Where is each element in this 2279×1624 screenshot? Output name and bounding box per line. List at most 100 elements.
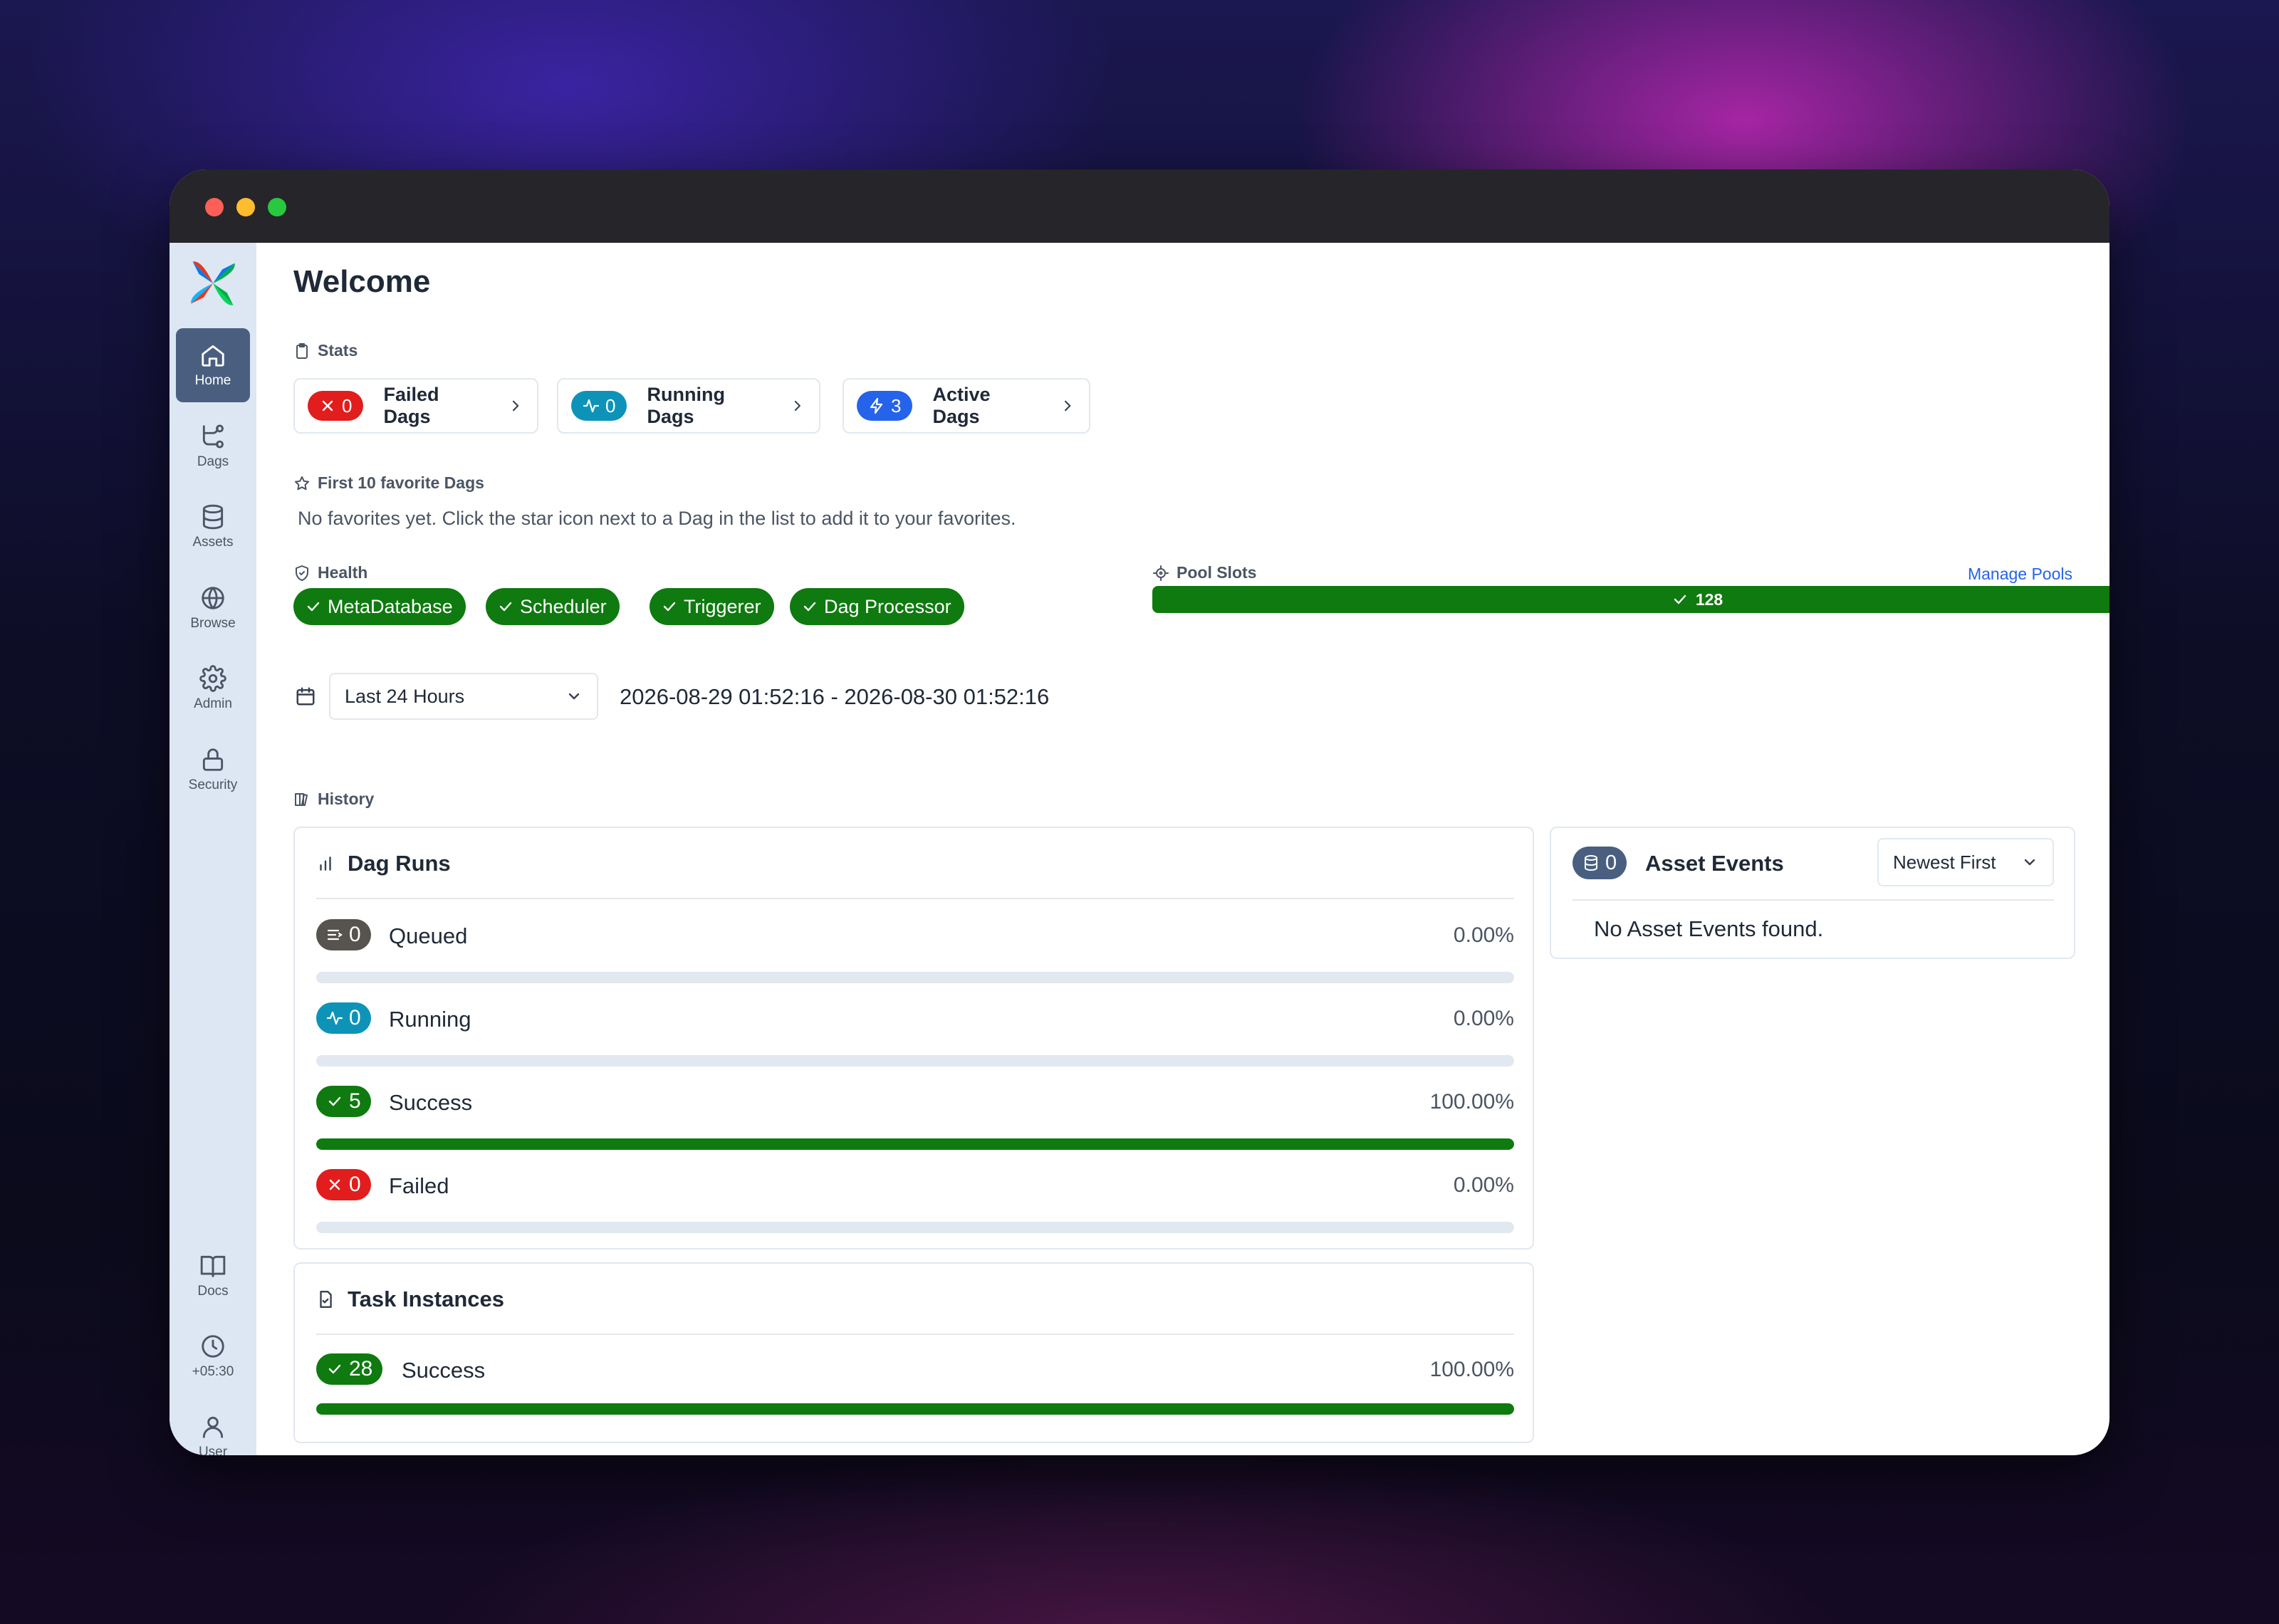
time-range-text: 2026-08-29 01:52:16 - 2026-08-30 01:52:1… <box>620 684 1050 709</box>
success-badge: 5 <box>316 1086 371 1117</box>
ti-success-badge: 28 <box>316 1353 383 1385</box>
asset-events-empty-text: No Asset Events found. <box>1594 916 1824 941</box>
history-label: History <box>318 790 375 808</box>
nav-assets-label: Assets <box>192 535 234 550</box>
running-label: Running <box>389 1007 471 1032</box>
failed-badge: 0 <box>316 1169 371 1200</box>
airflow-logo-icon[interactable] <box>188 258 238 308</box>
check-icon <box>307 602 320 612</box>
time-range-select[interactable]: Last 24 Hours <box>329 673 598 720</box>
dag-run-row-queued[interactable]: 0 Queued 0.00% <box>316 919 1514 983</box>
chevron-right-icon <box>794 400 801 412</box>
task-instances-divider <box>316 1334 1514 1335</box>
gear-icon <box>199 665 226 692</box>
dag-run-row-failed[interactable]: 0 Failed 0.00% <box>316 1169 1514 1233</box>
success-label: Success <box>389 1090 473 1115</box>
close-window-button[interactable] <box>205 198 224 216</box>
active-dags-count: 3 <box>891 394 902 417</box>
dag-runs-title-row: Dag Runs <box>316 851 451 876</box>
x-icon <box>322 400 333 412</box>
dag-run-row-success[interactable]: 5 Success 100.00% <box>316 1086 1514 1150</box>
maximize-window-button[interactable] <box>268 198 286 216</box>
dag-runs-title: Dag Runs <box>348 851 451 876</box>
task-instance-row-success[interactable]: 28 Success 100.00% <box>316 1353 1514 1418</box>
failed-dags-card[interactable]: 0 Failed Dags <box>293 378 538 434</box>
clipboard-icon <box>296 342 308 359</box>
dag-run-row-running[interactable]: 0 Running 0.00% <box>316 1002 1514 1067</box>
asset-events-divider <box>1573 899 2054 901</box>
history-section-label: History <box>293 790 374 809</box>
task-instances-title: Task Instances <box>348 1287 504 1311</box>
nav-security-label: Security <box>188 777 238 792</box>
nav-dags[interactable]: Dags <box>176 409 250 483</box>
ti-success-progress-fill <box>316 1403 1514 1415</box>
health-label: Health <box>318 563 368 582</box>
health-chip-triggerer[interactable]: Triggerer <box>650 588 774 625</box>
asset-events-sort-selected: Newest First <box>1893 851 1996 873</box>
asset-events-sort-select[interactable]: Newest First <box>1877 838 2054 886</box>
running-badge: 0 <box>316 1002 371 1034</box>
history-icon <box>295 792 308 806</box>
health-label-row: Health <box>293 563 367 582</box>
health-chip-metadatabase[interactable]: MetaDatabase <box>293 588 466 625</box>
asset-events-badge: 0 <box>1573 847 1627 879</box>
nav-user[interactable]: User <box>176 1400 250 1455</box>
nav-docs-label: Docs <box>197 1284 229 1299</box>
sidebar: Home Dags Assets Browse Admin Security D… <box>170 243 256 1455</box>
asset-events-count: 0 <box>1605 851 1617 874</box>
failed-dags-count: 0 <box>342 394 353 417</box>
success-percent: 100.00% <box>1429 1090 1514 1114</box>
list-icon <box>327 929 343 941</box>
asset-events-title: Asset Events <box>1645 851 1784 876</box>
health-chip-dag-processor-label: Dag Processor <box>824 595 951 617</box>
crosshair-icon <box>1153 565 1169 581</box>
globe-icon <box>202 587 224 609</box>
window-titlebar <box>170 169 2109 243</box>
stats-section-label: Stats <box>293 341 358 360</box>
nav-admin[interactable]: Admin <box>176 651 250 725</box>
ti-success-label: Success <box>402 1358 486 1383</box>
success-progress-track <box>316 1138 1514 1150</box>
pool-slots-value: 128 <box>1695 590 1723 609</box>
ti-success-progress-track <box>316 1403 1514 1415</box>
nav-admin-label: Admin <box>194 696 232 711</box>
nav-home-label: Home <box>194 373 231 388</box>
task-instances-card: Task Instances 28 Success 100.00% <box>293 1262 1534 1443</box>
nav-timezone[interactable]: +05:30 <box>176 1319 250 1393</box>
nav-assets[interactable]: Assets <box>176 490 250 564</box>
stats-label: Stats <box>318 341 358 360</box>
check-icon <box>663 602 676 612</box>
pool-slots-bar[interactable]: 128 <box>1152 586 2109 613</box>
manage-pools-link[interactable]: Manage Pools <box>1968 565 2072 584</box>
success-count: 5 <box>349 1089 361 1113</box>
nav-home[interactable]: Home <box>176 328 250 402</box>
calendar-icon <box>296 687 315 706</box>
ti-success-percent: 100.00% <box>1429 1358 1514 1381</box>
minimize-window-button[interactable] <box>236 198 255 216</box>
running-dags-label: Running Dags <box>647 384 725 427</box>
ti-success-count: 28 <box>349 1357 373 1381</box>
page-title: Welcome <box>293 264 431 299</box>
x-icon <box>329 1179 340 1190</box>
dag-runs-card: Dag Runs 0 Queued 0.00% 0 Running 0.00% <box>293 827 1534 1250</box>
queued-count: 0 <box>349 923 361 946</box>
health-chip-scheduler-label: Scheduler <box>520 595 607 617</box>
health-chip-metadatabase-label: MetaDatabase <box>328 595 453 617</box>
active-dags-card[interactable]: 3 Active Dags <box>843 378 1090 434</box>
lock-icon <box>202 748 224 771</box>
check-icon <box>499 602 512 612</box>
chevron-down-icon <box>568 693 580 700</box>
pool-section-label: Pool Slots <box>1152 563 1256 582</box>
running-progress-track <box>316 1055 1514 1067</box>
running-dags-count: 0 <box>605 394 616 417</box>
chevron-right-icon <box>1064 400 1070 412</box>
health-chip-dag-processor[interactable]: Dag Processor <box>790 588 964 625</box>
user-icon <box>202 1416 224 1438</box>
chevron-right-icon <box>512 400 518 412</box>
task-instances-title-row: Task Instances <box>316 1287 504 1312</box>
running-dags-card[interactable]: 0 Running Dags <box>557 378 820 434</box>
nav-docs[interactable]: Docs <box>176 1239 250 1313</box>
nav-security[interactable]: Security <box>176 733 250 807</box>
nav-browse[interactable]: Browse <box>176 571 250 645</box>
health-chip-scheduler[interactable]: Scheduler <box>486 588 620 625</box>
